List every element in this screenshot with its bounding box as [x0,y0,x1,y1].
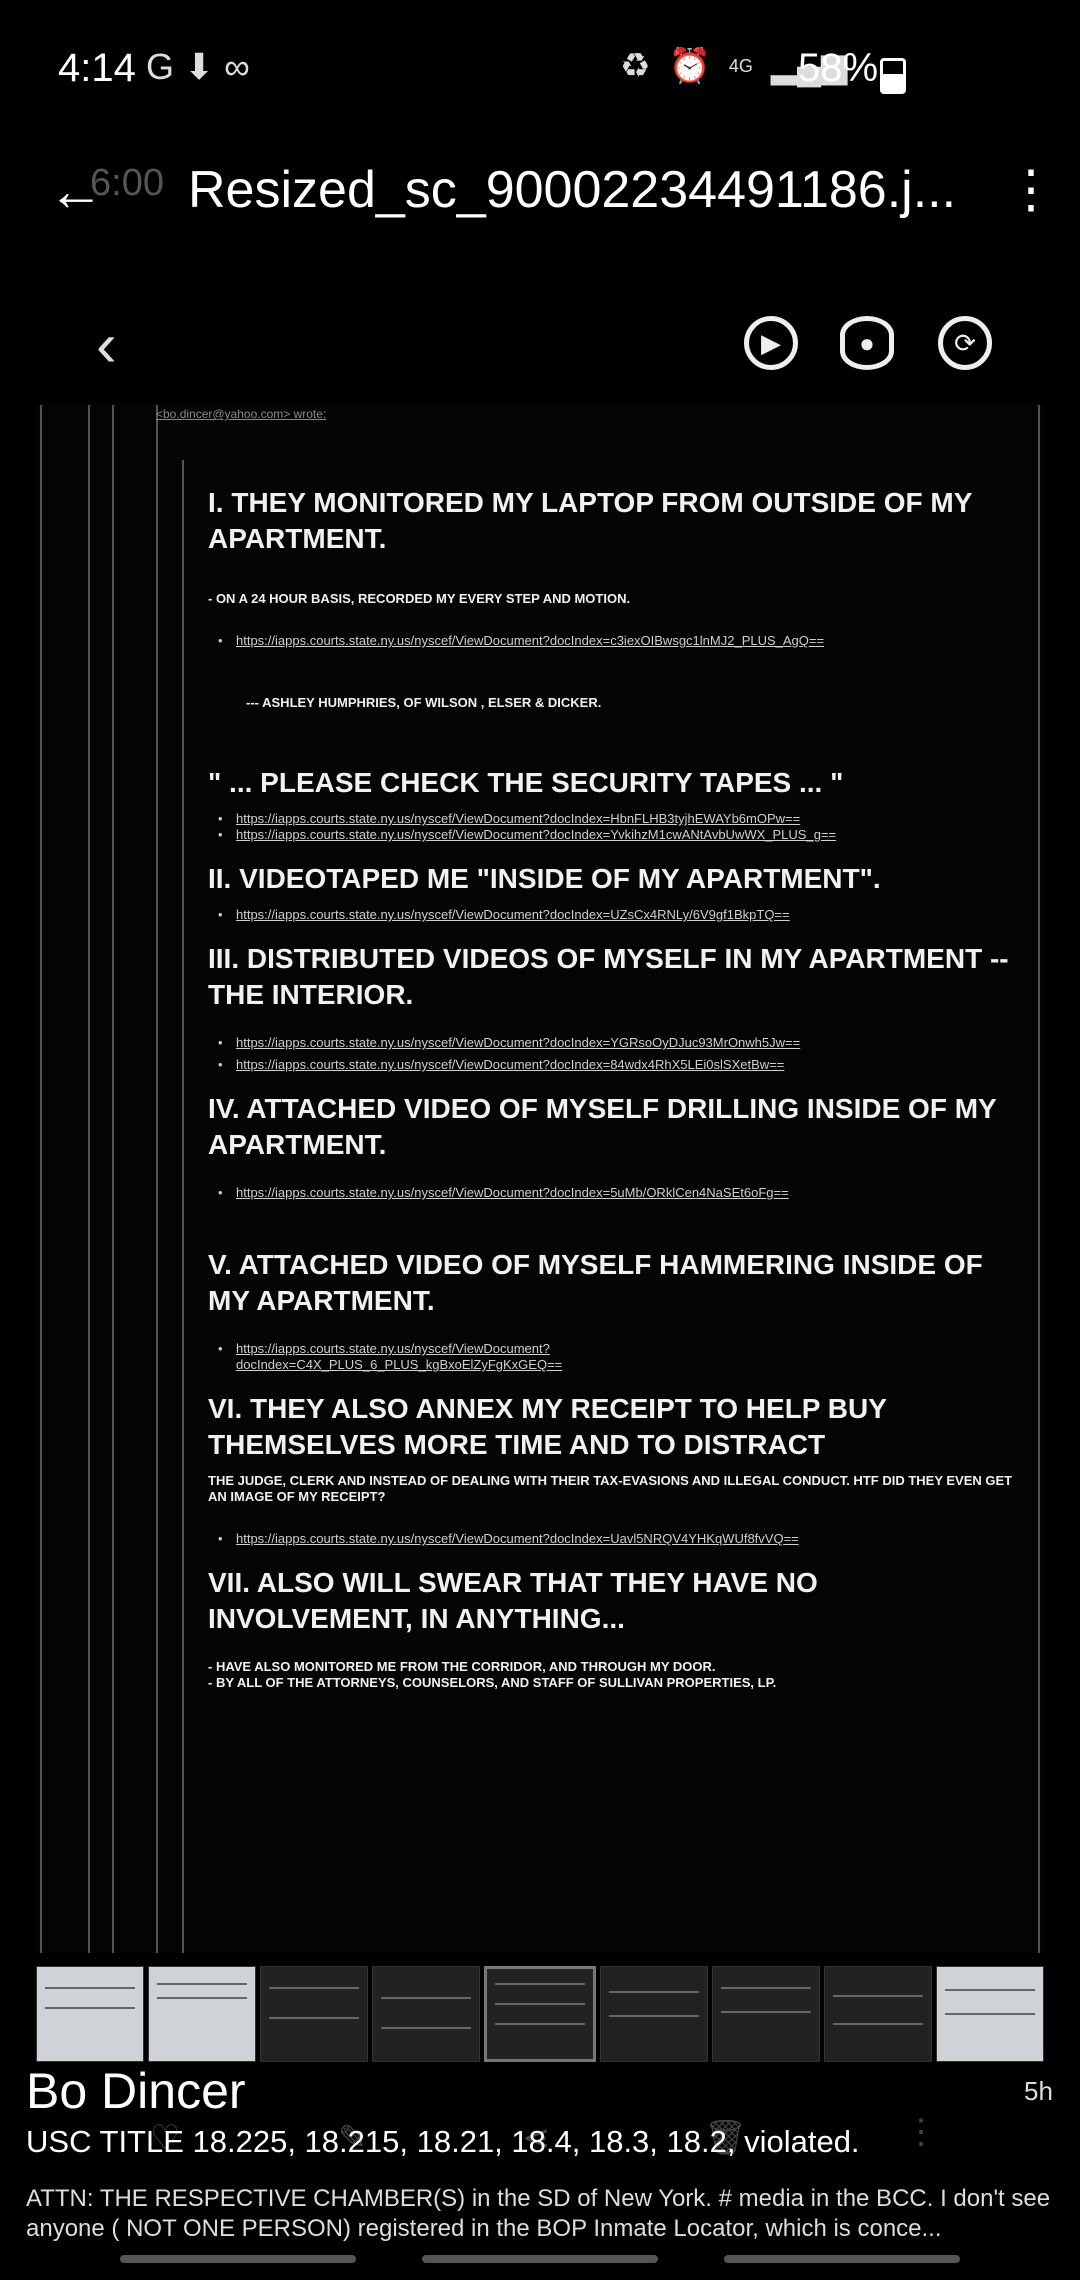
image-viewer[interactable]: <bo.dincer@yahoo.com> wrote: I. THEY MON… [36,405,1044,1953]
eye-icon[interactable]: ● [840,316,894,370]
document-link[interactable]: https://iapps.courts.state.ny.us/nyscef/… [208,1531,1028,1547]
chevron-left-icon[interactable]: ‹ [96,310,117,381]
section-title: I. THEY MONITORED MY LAPTOP FROM OUTSIDE… [208,487,972,554]
section-title: II. VIDEOTAPED ME "INSIDE OF MY APARTMEN… [208,863,881,894]
document-link[interactable]: https://iapps.courts.state.ny.us/nyscef/… [208,811,1028,827]
back-arrow-icon[interactable]: ← [48,158,104,223]
status-bar: 4:14 G ⬇ ∞ ♻ ⏰ 4G ▂▄▆ 58% [0,0,1080,140]
post-age: 5h [1024,2076,1053,2106]
battery-icon [880,58,906,94]
email-header: <bo.dincer@yahoo.com> wrote: [156,407,327,421]
thumbnail[interactable] [712,1966,820,2062]
rotate-icon[interactable]: ⟳ [938,316,992,370]
document-link[interactable]: https://iapps.courts.state.ny.us/nyscef/… [208,1035,1028,1051]
thumbnail[interactable] [600,1966,708,2062]
alarm-icon: ⏰ [668,47,711,85]
section-note: - BY ALL OF THE ATTORNEYS, COUNSELORS, A… [208,1675,777,1690]
section-title: IV. ATTACHED VIDEO OF MYSELF DRILLING IN… [208,1093,997,1160]
nav-back[interactable] [724,2255,960,2263]
thumbnail[interactable] [936,1966,1044,2062]
more-options-icon[interactable]: ⋮ [1005,160,1057,220]
thumbnail-strip[interactable] [36,1966,1044,2062]
divider-line [112,405,114,1953]
thumbnail[interactable] [148,1966,256,2062]
quote-author: --- ASHLEY HUMPHRIES, OF WILSON , ELSER … [246,695,602,710]
divider-line [156,405,158,1953]
network-type-icon: 4G [728,55,753,76]
section-note: - ON A 24 HOUR BASIS, RECORDED MY EVERY … [208,591,631,606]
section-title: V. ATTACHED VIDEO OF MYSELF HAMMERING IN… [208,1249,983,1316]
document-link[interactable]: https://iapps.courts.state.ny.us/nyscef/… [208,1185,1028,1201]
caption-body: ATTN: THE RESPECTIVE CHAMBER(S) in the S… [26,2185,1051,2242]
document: I. THEY MONITORED MY LAPTOP FROM OUTSIDE… [208,485,1028,1705]
nav-home[interactable] [422,2255,658,2263]
notification-icons: G ⬇ ∞ [146,46,250,87]
document-link[interactable]: https://iapps.courts.state.ny.us/nyscef/… [208,633,1028,649]
motion-photo-icon[interactable]: ▶ [744,316,798,370]
document-link[interactable]: https://iapps.courts.state.ny.us/nyscef/… [208,907,1028,923]
battery-fill [883,73,903,91]
thumbnail[interactable] [372,1966,480,2062]
file-title: Resized_sc_90002234491186.j... [188,161,957,219]
status-time: 4:14 [58,46,136,90]
quote-text: " ... PLEASE CHECK THE SECURITY TAPES ..… [208,767,844,798]
battery-saver-icon: ♻ [620,47,651,85]
divider-line [40,405,42,1953]
document-link[interactable]: https://iapps.courts.state.ny.us/nyscef/… [208,1057,1028,1073]
battery-percent: 58% [798,46,879,90]
section-note: THE JUDGE, CLERK AND INSTEAD OF DEALING … [208,1473,1013,1504]
document-link[interactable]: https://iapps.courts.state.ny.us/nyscef/… [208,1341,656,1373]
caption-line: USC TITLE 18.225, 18.215, 18.21, 18.4, 1… [26,2124,860,2159]
divider-line [1038,405,1040,1953]
section-title: VI. THEY ALSO ANNEX MY RECEIPT TO HELP B… [208,1393,887,1460]
section-note: - HAVE ALSO MONITORED ME FROM THE CORRID… [208,1659,716,1674]
nav-recents[interactable] [120,2255,356,2263]
divider-line [88,405,90,1953]
author-name[interactable]: Bo Dincer [26,2062,246,2120]
document-link[interactable]: https://iapps.courts.state.ny.us/nyscef/… [208,827,1028,843]
thumbnail[interactable] [260,1966,368,2062]
section-title: III. DISTRIBUTED VIDEOS OF MYSELF IN MY … [208,943,1009,1010]
thumbnail[interactable] [36,1966,144,2062]
section-title: VII. ALSO WILL SWEAR THAT THEY HAVE NO I… [208,1567,818,1634]
divider-line [182,460,184,1953]
thumbnail[interactable] [824,1966,932,2062]
thumbnail-selected[interactable] [484,1966,596,2062]
